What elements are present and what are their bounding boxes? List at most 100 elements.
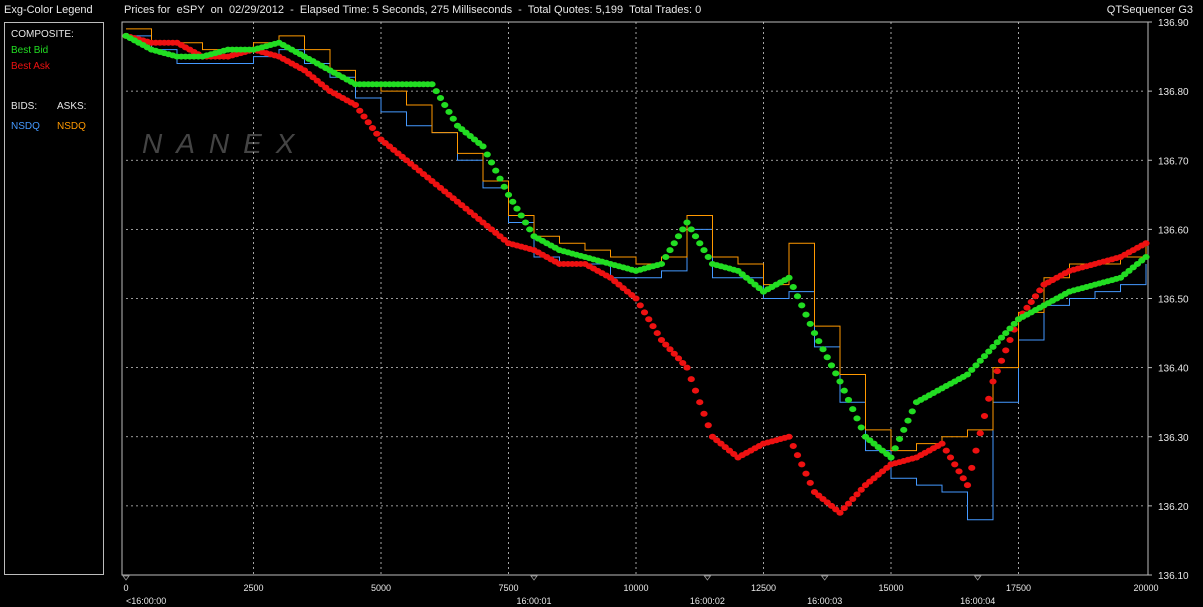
best-ask-point [356,107,364,114]
best-ask-point [997,357,1006,364]
best-bid-point [526,226,534,233]
best-ask-point [700,410,708,417]
best-bid-point [691,233,700,240]
best-ask-point [793,452,802,459]
best-ask-point [959,475,967,482]
best-bid-point [798,302,806,309]
best-bid-point [900,426,908,433]
best-ask-point [691,387,700,394]
best-ask-point [1006,336,1014,343]
x-tick-label: 0 [123,583,128,593]
time-label: 16:00:03 [807,596,842,606]
best-bid-point [666,247,674,254]
best-bid-point [504,191,513,198]
best-bid-point [887,454,895,461]
y-tick-label: 136.90 [1158,18,1189,29]
best-ask-point [993,368,1001,375]
best-ask-point [806,479,814,486]
x-tick-label: 2500 [243,583,263,593]
best-bid-point [785,274,793,281]
best-ask-point [645,316,653,323]
time-label: 16:00:01 [516,596,551,606]
x-tick-label: 7500 [498,583,518,593]
y-tick-label: 136.60 [1158,225,1189,236]
best-ask-point [632,295,640,302]
best-ask-point [963,482,972,489]
x-tick-label: 10000 [623,583,648,593]
best-ask-point [955,468,963,475]
best-bid-point [687,226,695,233]
best-bid-point [857,424,865,431]
best-bid-point [823,354,831,361]
best-bid-point [479,143,487,150]
best-ask-point [640,309,649,316]
time-marker [703,575,712,581]
best-bid-point [815,338,823,345]
y-tick-label: 136.70 [1158,156,1189,167]
best-ask-point [968,464,976,471]
best-ask-point [1027,298,1035,305]
time-marker [973,575,982,581]
y-tick-label: 136.80 [1158,87,1189,98]
best-bid-point [517,212,525,219]
best-bid-point [500,183,508,190]
best-ask-point [373,130,381,137]
best-bid-point [696,240,704,247]
best-bid-point [657,260,666,267]
time-label: 16:00:04 [960,596,995,606]
best-bid-point [449,115,457,122]
best-bid-point [832,370,840,377]
best-ask-point [364,119,372,126]
best-bid-point [436,95,445,102]
best-bid-point [513,205,521,212]
x-tick-label: 15000 [878,583,903,593]
best-bid-point [810,330,819,337]
best-ask-point [985,395,993,402]
best-bid-point [908,408,916,415]
best-bid-point [679,226,687,233]
time-label: 16:00:02 [690,596,725,606]
x-tick-label: 20000 [1133,583,1158,593]
best-bid-point [1142,254,1150,261]
best-bid-point [432,88,440,95]
best-bid-point [836,378,844,385]
best-ask-point [1036,287,1044,294]
y-tick-label: 136.40 [1158,364,1189,375]
best-bid-point [827,362,836,369]
best-ask-point [789,442,797,449]
best-bid-point [509,198,517,205]
watermark: NANEX [142,128,308,159]
x-tick-label: 5000 [371,583,391,593]
time-marker [820,575,829,581]
best-ask-point [1031,293,1040,300]
best-bid-point [441,101,449,108]
best-ask-point [696,399,704,406]
best-ask-point [951,461,959,468]
best-ask-point [989,378,997,385]
best-bid-point [670,240,678,247]
best-bid-point [849,406,857,413]
best-bid-point [683,219,691,226]
best-ask-point [351,101,360,108]
best-bid-point [904,417,912,424]
best-bid-point [704,254,712,261]
best-bid-point [445,108,453,115]
best-ask-point [704,422,712,429]
y-tick-label: 136.10 [1158,571,1189,582]
best-bid-point [428,81,436,88]
best-bid-point [895,436,904,443]
best-bid-point [487,159,496,166]
best-ask-point [976,430,984,437]
best-bid-point [521,219,530,226]
best-bid-point [844,396,853,403]
best-bid-point [674,233,683,240]
best-bid-point [492,167,500,174]
price-chart: NANEX 136.90 136.80 136.70 136.60 136.50 136.… [121,18,1189,606]
best-bid-point [891,445,899,452]
best-bid-point [662,254,670,261]
y-tick-label: 136.30 [1158,433,1189,444]
best-ask-point [938,440,946,447]
best-bid-point [819,346,827,353]
best-bid-point [802,311,810,318]
best-ask-point [368,124,377,131]
